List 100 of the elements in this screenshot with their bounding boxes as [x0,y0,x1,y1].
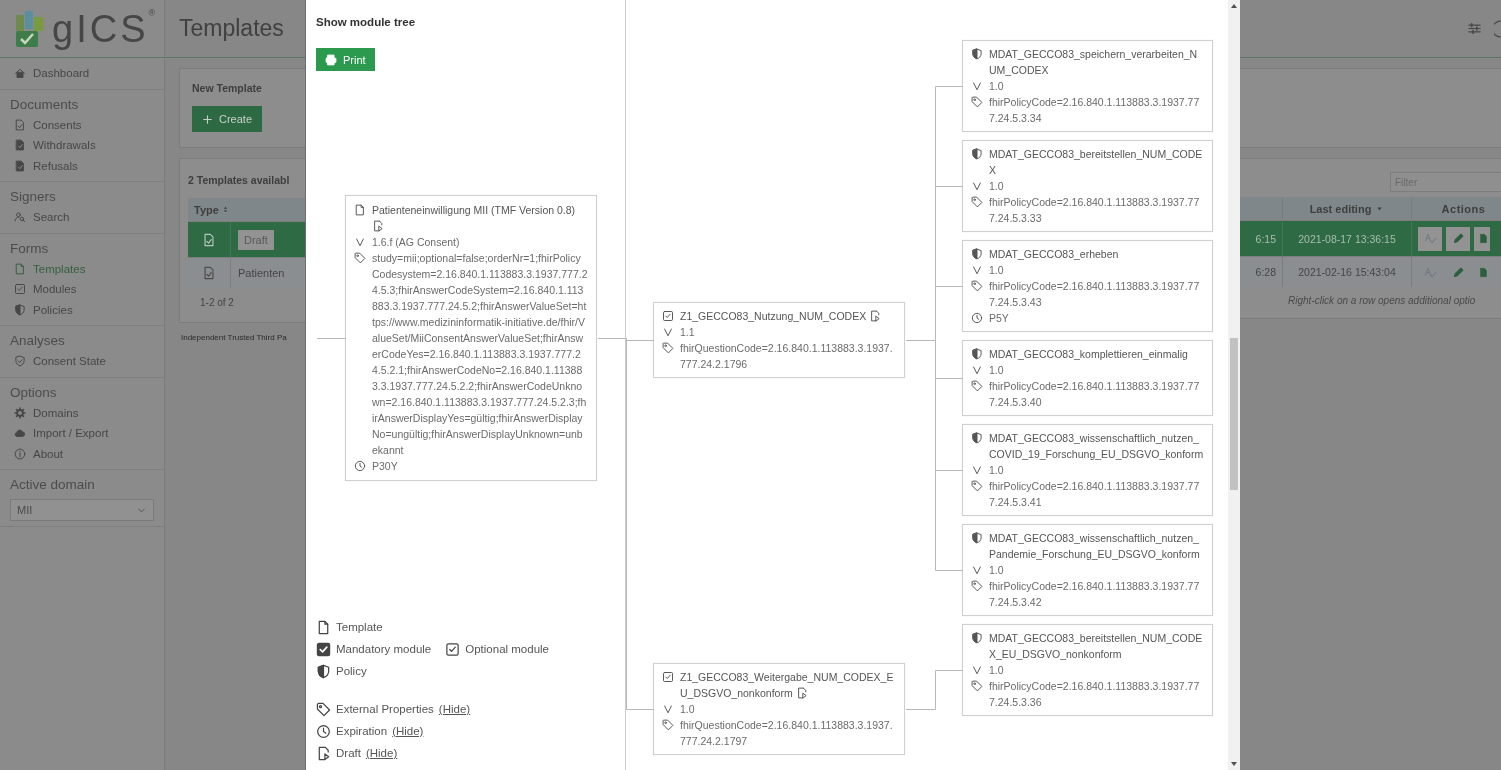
policy-name: MDAT_GECCO83_bereitstellen_NUM_CODEX [989,148,1203,176]
expiration-text: P30Y [372,460,398,472]
tag-icon [971,380,983,392]
shield-icon [971,348,983,360]
version-icon [971,564,983,576]
version-icon [354,236,366,248]
property-text: fhirQuestionCode=2.16.840.1.113883.3.1937.777.24.2.1797 [680,719,893,747]
tag-icon [971,96,983,108]
shield-icon [971,48,983,60]
sidebar-item[interactable]: Policies [10,299,164,320]
version-text: 1.0 [989,464,1004,476]
version-text: 1.0 [989,564,1004,576]
legend-label: Mandatory module [336,643,432,655]
home-icon [14,67,26,80]
hide-link[interactable]: (Hide) [438,703,471,715]
table-row[interactable]: Draft [188,221,305,257]
section-heading: Active domain [10,476,96,494]
legend-label: External Properties [336,703,434,715]
shield-icon [316,663,331,679]
legend-label: Optional module [465,643,549,655]
property-text: fhirPolicyCode=2.16.840.1.113883.3.1937.777.24.5.3.34 [989,96,1200,124]
version-icon [971,664,983,676]
policy-name: MDAT_GECCO83_wissenschaftlich_nutzen_COVID_19_Forschung_EU_DSGVO_konform [989,432,1204,460]
property-text: study=mii;optional=false;orderNr=1;fhirPolicyCodesystem=2.16.840.1.113883.3.1937.777.24.5.3;fhirAnswerCodeSystem=2.16.840.1.113883.3.1937.777.24.5.2;fhirAnswerValueSet=https://www.medizininformatik-initiative.de/fhir/ValueSet/MiiConsentAnswerValueSet;fhirAnswerCodeYes=2.16.840.1.113883.3.1937.777.24.5.2.1;fhirAnswerCodeNo=2.16.840.1.113883.3.1937.777.24.5.2.2;fhirAnswerCodeUnknown=2.16.840.1.113883.3.1937.777.24.5.2.3;fhirAnswerDisplayYes=gültig;fhirAnswerDisplayNo=ungültig;fhirAnswerDisplayUnknown=unbekannt [372,252,588,456]
file-icon [1480,265,1490,279]
shield-icon [971,248,983,260]
checkbox-icon [14,283,26,296]
sidebar-item[interactable]: Import / Export [10,423,164,444]
tag-icon [971,480,983,492]
sidebar-item[interactable]: Dashboard [10,63,164,84]
checkbox-icon [445,641,461,657]
sliders-icon [1467,21,1482,36]
shield-check-icon [14,355,26,368]
policy-name: MDAT_GECCO83_komplettieren_einmalig [989,348,1188,360]
domain-select[interactable]: MII [10,499,154,521]
legend-label: Template [336,621,383,633]
legend-label: Draft [336,747,361,759]
version-icon [971,180,983,192]
section-heading: Documents [10,95,80,114]
sidebar-item[interactable]: Withdrawals [10,135,164,156]
property-text: fhirPolicyCode=2.16.840.1.113883.3.1937.777.24.5.3.40 [989,380,1200,408]
cloud-icon [14,427,26,440]
sidebar-item[interactable]: Search [10,207,164,228]
print-button[interactable]: Print [316,48,375,71]
table-row[interactable]: Patienten [188,257,305,288]
shield-icon [971,632,983,644]
version-icon [971,264,983,276]
property-text: fhirPolicyCode=2.16.840.1.113883.3.1937.777.24.5.3.41 [989,480,1200,508]
hide-link[interactable]: (Hide) [365,747,398,759]
legend-label: Expiration [336,725,388,737]
version-text: 1.1 [680,326,695,338]
pencil-icon [1451,232,1465,245]
table-cell: 6:15 [1255,232,1276,245]
card-title: New Template [192,82,263,94]
table-row[interactable]: 6:28 2021-02-16 15:43:04 [1240,256,1501,287]
text-check-icon [1423,232,1437,245]
column-header: Actions [1441,202,1486,215]
section-heading: Analyses [10,332,66,350]
sidebar-item[interactable]: Refusals [10,155,164,176]
table-cell: 6:28 [1255,266,1276,278]
shield-icon [971,432,983,444]
version-icon [971,464,983,476]
sidebar-item[interactable]: Modules [10,279,164,300]
logo-icon [14,8,46,49]
table-row[interactable]: 6:15 2021-08-17 13:36:15 [1240,220,1501,256]
sidebar-item[interactable]: Domains [10,402,164,423]
tag-icon [662,342,674,354]
file-button[interactable] [1474,226,1490,251]
tag-icon [971,580,983,592]
hide-link[interactable]: (Hide) [392,725,424,737]
plus-icon [202,113,213,125]
scrollbar[interactable] [1228,0,1240,770]
document-icon [14,139,26,152]
caret-icon [1375,204,1385,213]
document-check-icon [202,232,216,247]
version-text: 1.0 [989,80,1004,92]
table-cell: Patienten [238,267,285,279]
shield-icon [14,303,26,316]
pencil-icon [1451,265,1465,279]
version-icon [662,326,674,338]
edit-button[interactable] [1446,226,1470,251]
card-title: 2 Templates availabl [188,174,291,186]
create-button[interactable]: Create [192,106,263,132]
page-title: Templates [179,15,284,42]
property-text: fhirPolicyCode=2.16.840.1.113883.3.1937.777.24.5.3.36 [989,680,1200,708]
tag-icon [971,196,983,208]
sidebar-item[interactable]: About [10,443,164,464]
policy-name: MDAT_GECCO83_speichern_verarbeiten_NUM_CODEX [989,48,1198,76]
text-check-button[interactable] [1418,226,1442,251]
shield-icon [971,148,983,160]
sidebar-item[interactable]: Consents [10,114,164,135]
tag-icon [971,280,983,292]
info-icon [14,447,26,460]
dialog-title: Show module tree [316,16,417,28]
sidebar-item[interactable]: Templates [10,258,164,279]
version-icon [971,364,983,376]
tag-icon [971,680,983,692]
sidebar-item[interactable]: Consent State [10,351,164,372]
section-heading: Signers [10,188,57,206]
pagination-text: 1-2 of 2 [199,296,235,308]
